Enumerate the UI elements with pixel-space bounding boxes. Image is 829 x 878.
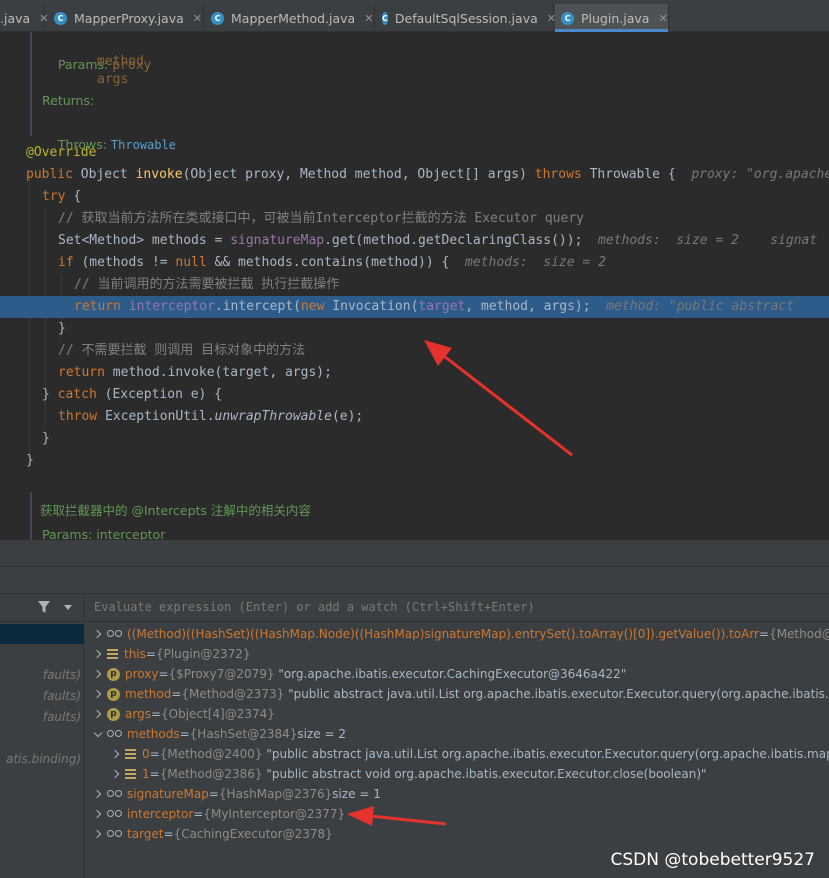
field-icon	[107, 649, 118, 659]
variable-row-args[interactable]: p args = {Object[4]@2374}	[93, 704, 275, 724]
doc-comment-bar	[30, 32, 32, 136]
doc-params-partial: Params: interceptor	[42, 527, 166, 540]
chevron-right-icon[interactable]	[93, 690, 102, 699]
variable-row-methods-1[interactable]: 1 = {Method@2386} "public abstract void …	[111, 764, 707, 784]
tab-label: MapperMethod.java	[231, 10, 356, 26]
parameter-icon: p	[107, 707, 120, 721]
editor-tab-bar: .java ✕ C MapperProxy.java ✕ C MapperMet…	[0, 0, 829, 32]
tab-label: DefaultSqlSession.java	[394, 10, 538, 26]
doc-throws: Throws: Throwable	[57, 137, 176, 152]
chevron-down-icon[interactable]	[64, 605, 72, 610]
debug-toolbar	[0, 540, 829, 594]
watch-icon	[107, 629, 123, 639]
tab-label: MapperProxy.java	[74, 10, 184, 26]
watch-icon	[107, 829, 123, 839]
tab-mappermethod[interactable]: C MapperMethod.java ✕	[205, 4, 375, 32]
debug-toolbar-strip	[0, 566, 829, 594]
code-line-close-method: }	[26, 453, 34, 468]
variable-row-this[interactable]: this = {Plugin@2372}	[93, 644, 251, 664]
chevron-right-icon[interactable]	[93, 630, 102, 639]
chevron-right-icon[interactable]	[111, 770, 120, 779]
doc-returns: Returns:	[42, 93, 95, 108]
variable-row-target[interactable]: target = {CachingExecutor@2378}	[93, 824, 333, 844]
variable-row-interceptor[interactable]: interceptor = {MyInterceptor@2377}	[93, 804, 345, 824]
chevron-right-icon[interactable]	[93, 710, 102, 719]
close-icon[interactable]: ✕	[364, 12, 373, 25]
chevron-down-icon[interactable]	[93, 730, 102, 739]
code-line-if: if (methods != null && methods.contains(…	[58, 255, 606, 270]
code-line-override: @Override	[26, 145, 97, 160]
watch-icon	[107, 729, 123, 739]
frame-item[interactable]: faults)	[43, 710, 81, 724]
watermark: CSDN @tobebetter9527	[610, 850, 815, 870]
variable-row-proxy[interactable]: p proxy = {$Proxy7@2079} "org.apache.iba…	[93, 664, 626, 684]
tab-label: Plugin.java	[581, 10, 650, 26]
evaluate-placeholder: Evaluate expression (Enter) or add a wat…	[94, 600, 535, 614]
chevron-right-icon[interactable]	[93, 670, 102, 679]
doc-param-args: args	[97, 72, 129, 87]
close-icon[interactable]: ✕	[39, 12, 48, 25]
variable-row-watch[interactable]: ((Method)((HashSet)((HashMap.Node)((Hash…	[93, 624, 829, 644]
tab-mapperproxy[interactable]: C MapperProxy.java ✕	[48, 4, 204, 32]
code-comment-2: // 当前调用的方法需要被拦截 执行拦截操作	[74, 277, 340, 292]
code-editor[interactable]: Params: proxy method args Returns: Throw…	[0, 32, 829, 540]
frame-item[interactable]: faults)	[43, 668, 81, 682]
doc-intercepts-text: 获取拦截器中的 @Intercepts 注解中的相关内容	[40, 503, 311, 518]
code-line-close-if: }	[58, 321, 66, 336]
frame-item[interactable]: faults)	[43, 689, 81, 703]
debug-panel: faults) faults) faults) atis.binding) Ev…	[0, 540, 829, 878]
code-comment-3: // 不需要拦截 则调用 目标对象中的方法	[58, 343, 306, 358]
frame-selected[interactable]	[0, 624, 84, 644]
variable-row-signaturemap[interactable]: signatureMap = {HashMap@2376} size = 1	[93, 784, 381, 804]
code-line-return-intercept: return interceptor.intercept(new Invocat…	[74, 299, 795, 314]
close-icon[interactable]: ✕	[193, 12, 202, 25]
variable-row-methods-0[interactable]: 0 = {Method@2400} "public abstract java.…	[111, 744, 829, 764]
evaluate-expression-field[interactable]: Evaluate expression (Enter) or add a wat…	[85, 594, 829, 622]
frame-item[interactable]: atis.binding)	[6, 752, 81, 766]
parameter-icon: p	[107, 687, 120, 701]
variable-row-methods[interactable]: methods = {HashSet@2384} size = 2	[93, 724, 346, 744]
java-class-icon: C	[211, 11, 224, 25]
frames-pane: faults) faults) faults) atis.binding)	[0, 594, 84, 878]
tab-plugin[interactable]: C Plugin.java ✕	[555, 4, 669, 32]
array-element-icon	[125, 769, 136, 779]
code-line-close-try: }	[42, 431, 50, 446]
code-line-return-invoke: return method.invoke(target, args);	[58, 365, 332, 380]
tab-label: .java	[0, 10, 31, 26]
tab-defaultsqlsession[interactable]: C DefaultSqlSession.java ✕	[376, 4, 556, 32]
java-class-icon: C	[561, 11, 574, 25]
chevron-right-icon[interactable]	[93, 790, 102, 799]
java-class-icon: C	[54, 11, 67, 25]
code-line-methods: Set<Method> methods = signatureMap.get(m…	[58, 233, 818, 248]
filter-icon[interactable]	[38, 601, 50, 614]
code-line-signature: public Object invoke(Object proxy, Metho…	[26, 167, 829, 182]
tab-partial-java[interactable]: .java ✕	[0, 4, 48, 32]
java-class-icon: C	[382, 11, 388, 25]
code-line-try: try {	[42, 189, 82, 204]
watch-icon	[107, 789, 123, 799]
parameter-icon: p	[107, 667, 120, 681]
doc-comment-bar	[30, 492, 32, 540]
watch-icon	[107, 809, 123, 819]
chevron-right-icon[interactable]	[93, 830, 102, 839]
code-line-catch: } catch (Exception e) {	[42, 387, 223, 402]
close-icon[interactable]: ✕	[658, 12, 667, 25]
array-element-icon	[125, 749, 136, 759]
variable-row-method[interactable]: p method = {Method@2373} "public abstrac…	[93, 684, 829, 704]
chevron-right-icon[interactable]	[93, 650, 102, 659]
code-line-throw: throw ExceptionUtil.unwrapThrowable(e);	[58, 409, 364, 424]
frames-toolbar	[0, 594, 84, 622]
chevron-right-icon[interactable]	[111, 750, 120, 759]
code-comment-1: // 获取当前方法所在类或接口中，可被当前Interceptor拦截的方法 Ex…	[58, 211, 584, 226]
variables-pane: Evaluate expression (Enter) or add a wat…	[85, 594, 829, 878]
chevron-right-icon[interactable]	[93, 810, 102, 819]
